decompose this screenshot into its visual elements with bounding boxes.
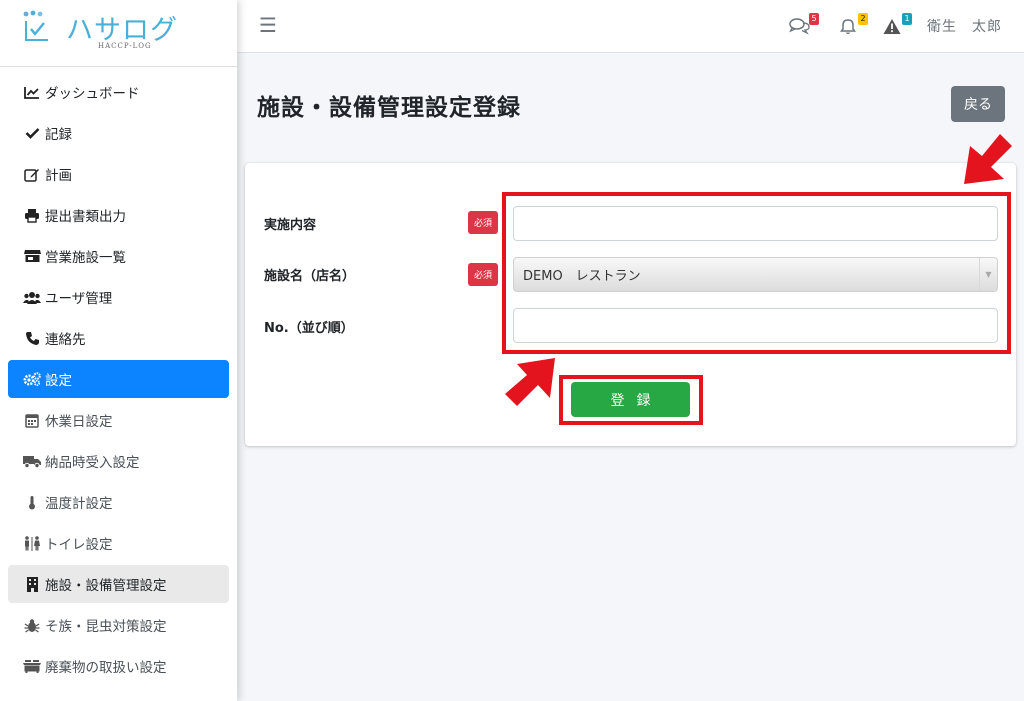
sidebar-item-facility-management[interactable]: 施設・設備管理設定 bbox=[8, 565, 229, 603]
sidebar-item-label: トイレ設定 bbox=[45, 537, 113, 553]
required-badge: 必須 bbox=[468, 211, 498, 234]
edit-icon bbox=[23, 167, 41, 182]
alerts-badge: 1 bbox=[902, 13, 912, 25]
order-label: No.（並び順） bbox=[264, 321, 354, 336]
arrow-pointer-icon bbox=[505, 358, 555, 406]
sidebar-item-label: 休業日設定 bbox=[45, 414, 113, 430]
check-icon bbox=[23, 126, 41, 140]
store-icon bbox=[23, 249, 41, 263]
sidebar-item-label: 廃棄物の取扱い設定 bbox=[45, 660, 167, 676]
sidebar-item-label: 記録 bbox=[45, 127, 72, 143]
sidebar-item-settings[interactable]: 設定 bbox=[8, 360, 229, 398]
content-label: 実施内容 bbox=[264, 218, 317, 233]
sidebar-item-delivery[interactable]: 納品時受入設定 bbox=[8, 442, 229, 480]
sidebar-item-label: 施設・設備管理設定 bbox=[45, 578, 167, 594]
cogs-icon bbox=[23, 372, 41, 386]
building-icon bbox=[23, 576, 41, 592]
users-icon bbox=[23, 290, 41, 304]
sidebar-item-label: 設定 bbox=[45, 373, 72, 389]
arrow-pointer-icon bbox=[964, 134, 1012, 184]
highlight-box-submit bbox=[559, 375, 703, 425]
truck-icon bbox=[23, 454, 41, 468]
sidebar-item-label: 提出書類出力 bbox=[45, 209, 126, 225]
notifications-badge: 2 bbox=[858, 13, 868, 25]
warning-icon bbox=[883, 19, 901, 34]
calendar-icon bbox=[23, 413, 41, 428]
sidebar-item-label: 連絡先 bbox=[45, 332, 86, 348]
sidebar-item-records[interactable]: 記録 bbox=[8, 114, 229, 152]
comments-icon bbox=[789, 18, 810, 35]
alerts-button[interactable]: 1 bbox=[882, 13, 912, 37]
sidebar-item-plan[interactable]: 計画 bbox=[8, 155, 229, 193]
facility-label: 施設名（店名） bbox=[264, 269, 356, 284]
sidebar-item-label: 温度計設定 bbox=[45, 496, 113, 512]
sidebar-item-pest-control[interactable]: そ族・昆虫対策設定 bbox=[8, 606, 229, 644]
back-button[interactable]: 戻る bbox=[951, 86, 1005, 122]
sidebar-item-label: ユーザ管理 bbox=[45, 291, 113, 307]
sidebar-item-label: 計画 bbox=[45, 168, 72, 184]
sidebar-nav: ダッシュボード 記録 計画 提出書類出力 営業施設一覧 ユーザ管理 連絡先 設定… bbox=[8, 73, 229, 688]
printer-icon bbox=[23, 208, 41, 223]
page-title: 施設・設備管理設定登録 bbox=[257, 95, 521, 121]
sidebar-item-label: 納品時受入設定 bbox=[45, 455, 140, 471]
phone-icon bbox=[23, 331, 41, 345]
comments-button[interactable]: 5 bbox=[789, 13, 819, 37]
brand-subtitle: HACCP-LOG bbox=[98, 42, 152, 50]
menu-toggle-icon[interactable]: ☰ bbox=[259, 15, 277, 35]
thermometer-icon bbox=[23, 495, 41, 509]
sidebar-item-dashboard[interactable]: ダッシュボード bbox=[8, 73, 229, 111]
top-bar: ☰ 5 2 1 衛生 太郎 bbox=[237, 0, 1024, 53]
sidebar-item-label: ダッシュボード bbox=[45, 86, 140, 102]
logo-icon bbox=[23, 10, 48, 41]
dumpster-icon bbox=[23, 659, 41, 673]
sidebar-item-documents[interactable]: 提出書類出力 bbox=[8, 196, 229, 234]
sidebar-item-restroom[interactable]: トイレ設定 bbox=[8, 524, 229, 562]
sidebar: ハサログ HACCP-LOG ダッシュボード 記録 計画 提出書類出力 営業施設… bbox=[0, 0, 237, 701]
user-name[interactable]: 衛生 太郎 bbox=[927, 16, 1002, 36]
required-badge: 必須 bbox=[468, 263, 498, 286]
sidebar-item-contacts[interactable]: 連絡先 bbox=[8, 319, 229, 357]
highlight-box-form-fields bbox=[502, 192, 1011, 354]
bell-icon bbox=[840, 19, 856, 35]
sidebar-item-users[interactable]: ユーザ管理 bbox=[8, 278, 229, 316]
bug-icon bbox=[23, 618, 41, 633]
comments-badge: 5 bbox=[809, 13, 819, 25]
sidebar-item-facilities[interactable]: 営業施設一覧 bbox=[8, 237, 229, 275]
sidebar-item-holidays[interactable]: 休業日設定 bbox=[8, 401, 229, 439]
sidebar-item-label: 営業施設一覧 bbox=[45, 250, 126, 266]
sidebar-item-thermometer[interactable]: 温度計設定 bbox=[8, 483, 229, 521]
chart-line-icon bbox=[23, 85, 41, 99]
sidebar-item-waste[interactable]: 廃棄物の取扱い設定 bbox=[8, 647, 229, 685]
brand[interactable]: ハサログ HACCP-LOG bbox=[0, 0, 237, 67]
sidebar-item-label: そ族・昆虫対策設定 bbox=[45, 619, 167, 635]
notifications-button[interactable]: 2 bbox=[838, 13, 868, 37]
restroom-icon bbox=[23, 535, 41, 551]
